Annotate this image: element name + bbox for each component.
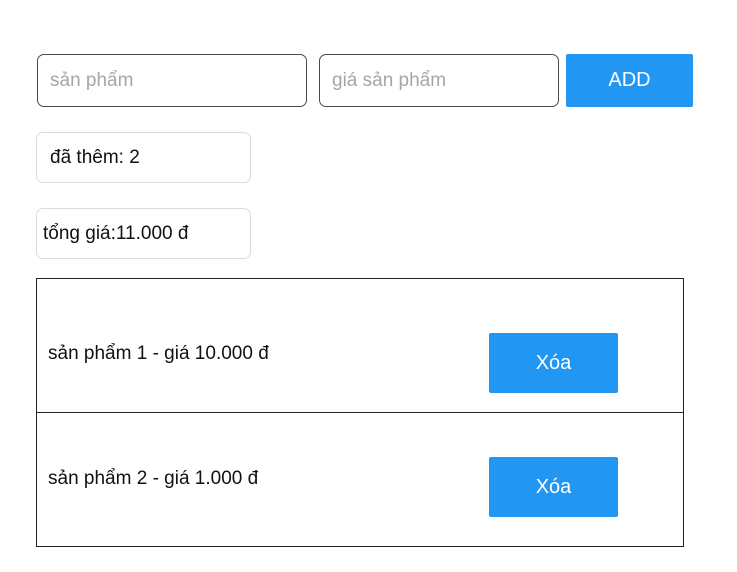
added-count-box: đã thêm: 2 (36, 132, 251, 183)
add-button[interactable]: ADD (566, 54, 693, 107)
product-list-item: sản phẩm 1 - giá 10.000 đ Xóa (37, 279, 683, 413)
product-list: sản phẩm 1 - giá 10.000 đ Xóa sản phẩm 2… (36, 278, 684, 547)
product-list-item: sản phẩm 2 - giá 1.000 đ Xóa (37, 413, 683, 547)
delete-button[interactable]: Xóa (489, 457, 618, 517)
product-name-input[interactable] (37, 54, 307, 107)
total-price-text: tổng giá:11.000 đ (43, 222, 189, 244)
product-item-text: sản phẩm 1 - giá 10.000 đ (48, 343, 269, 364)
product-price-input[interactable] (319, 54, 559, 107)
delete-button[interactable]: Xóa (489, 333, 618, 393)
product-item-text: sản phẩm 2 - giá 1.000 đ (48, 468, 259, 489)
total-price-box: tổng giá:11.000 đ (36, 208, 251, 259)
added-count-text: đã thêm: 2 (50, 146, 140, 168)
